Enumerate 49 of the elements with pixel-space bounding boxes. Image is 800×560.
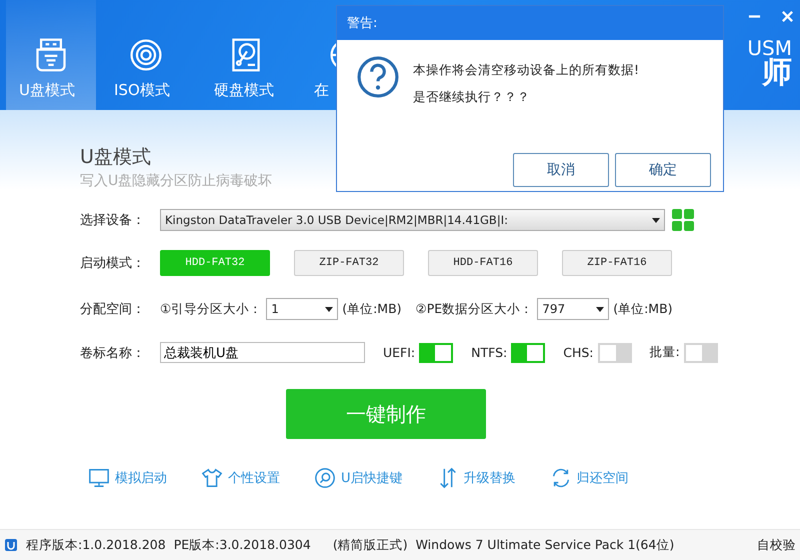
unit-label: (单位:MB): [342, 300, 402, 318]
boot-mode-button[interactable]: ZIP-FAT16: [562, 250, 672, 276]
switch-label: NTFS:: [471, 345, 508, 360]
field-label: 启动模式：: [80, 255, 146, 272]
boot-mode-button[interactable]: HDD-FAT16: [428, 250, 538, 276]
self-check-link[interactable]: 自校验: [757, 536, 796, 554]
dropdown-arrow-icon[interactable]: [652, 218, 660, 222]
mode-tab[interactable]: ISO模式: [96, 0, 196, 110]
monitor-icon[interactable]: [88, 467, 110, 489]
dropdown-arrow-icon[interactable]: [596, 306, 604, 312]
toggle-switch[interactable]: [598, 342, 632, 362]
toggle-switch[interactable]: [684, 342, 718, 362]
search-icon[interactable]: [314, 467, 336, 489]
field-label: 卷标名称：: [80, 344, 146, 362]
toggle-switch[interactable]: [511, 342, 546, 362]
program-version: 程序版本:1.0.2018.208: [26, 536, 166, 554]
app-icon: [4, 538, 18, 552]
os-info: Windows 7 Ultimate Service Pack 1(64位): [416, 536, 674, 554]
dialog-message: 本操作将会清空移动设备上的所有数据!: [413, 62, 640, 79]
boot-mode-button[interactable]: ZIP-FAT32: [294, 250, 404, 276]
grid-icon[interactable]: [672, 209, 694, 231]
dialog-button[interactable]: 取消: [513, 153, 609, 187]
question-icon: [357, 56, 399, 98]
switch-label: UEFI:: [383, 345, 416, 360]
pe-version: PE版本:3.0.2018.0304: [174, 536, 311, 554]
logo: USM 师: [747, 38, 793, 88]
toggle-switch[interactable]: [419, 342, 454, 362]
field-label: 选择设备：: [80, 212, 146, 229]
volume-name-field[interactable]: 总裁装机U盘: [160, 342, 365, 363]
dropdown-arrow-icon[interactable]: [325, 306, 334, 312]
edition-text: (精简版正式): [332, 536, 408, 554]
mode-tab[interactable]: 硬盘模式: [196, 0, 296, 110]
close-icon[interactable]: [781, 10, 794, 23]
device-dropdown[interactable]: Kingston DataTraveler 3.0 USB Device|RM2|MBR|14.41GB|I:: [160, 209, 665, 231]
field-label: 分配空间：: [80, 301, 146, 318]
boot-size-dropdown[interactable]: 1: [266, 298, 338, 320]
dialog-question: 是否继续执行？？？: [413, 89, 531, 106]
disc-icon: [128, 37, 164, 73]
switch-label: CHS:: [563, 345, 594, 360]
page-subtitle: 写入U盘隐藏分区防止病毒破坏: [80, 172, 272, 190]
unit-label: (单位:MB): [613, 300, 673, 318]
field-label: ②PE数据分区大小：: [416, 300, 534, 318]
shirt-icon[interactable]: [201, 467, 223, 489]
dialog-button[interactable]: 确定: [615, 153, 711, 187]
field-label: ①引导分区大小：: [160, 300, 262, 318]
dialog-title: 警告:: [337, 6, 723, 40]
switch-label: 批量:: [650, 344, 680, 361]
page-title: U盘模式: [80, 145, 151, 170]
pe-size-dropdown[interactable]: 797: [537, 298, 610, 320]
